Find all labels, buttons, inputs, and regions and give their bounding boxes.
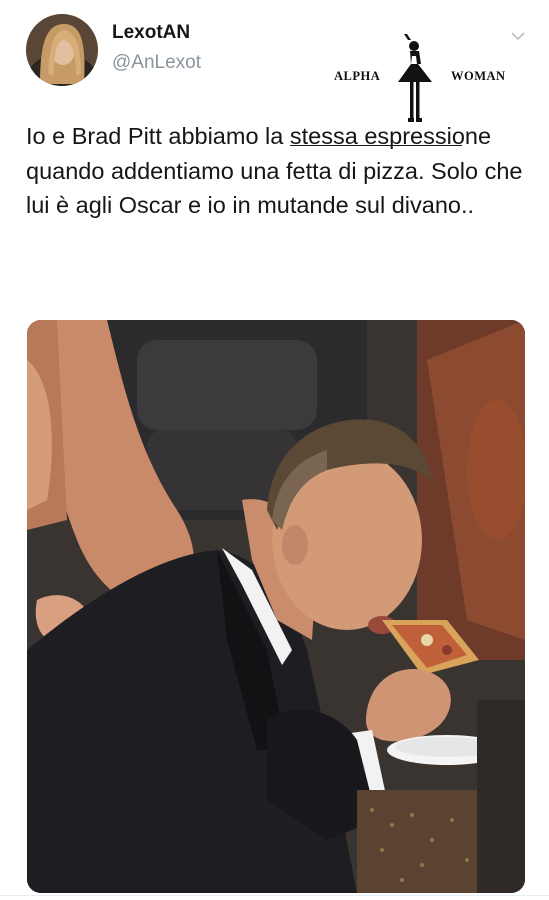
watermark-left-text: ALPHA	[334, 69, 381, 83]
user-handle[interactable]: @AnLexot	[112, 52, 201, 74]
woman-silhouette-icon	[398, 34, 432, 122]
alpha-woman-watermark: ALPHA WOMAN	[330, 34, 520, 124]
watermark-right-text: WOMAN	[451, 69, 506, 83]
tweet-text-line1: Io e Brad Pitt abbiamo la	[26, 123, 290, 149]
display-name[interactable]: LexotAN	[112, 22, 190, 44]
tweet-photo[interactable]	[27, 320, 525, 893]
tweet-text: Io e Brad Pitt abbiamo la stessa espress…	[26, 119, 526, 223]
avatar[interactable]	[26, 14, 98, 86]
tweet-text-underlined-word: stessa	[289, 123, 358, 149]
divider	[0, 895, 549, 896]
